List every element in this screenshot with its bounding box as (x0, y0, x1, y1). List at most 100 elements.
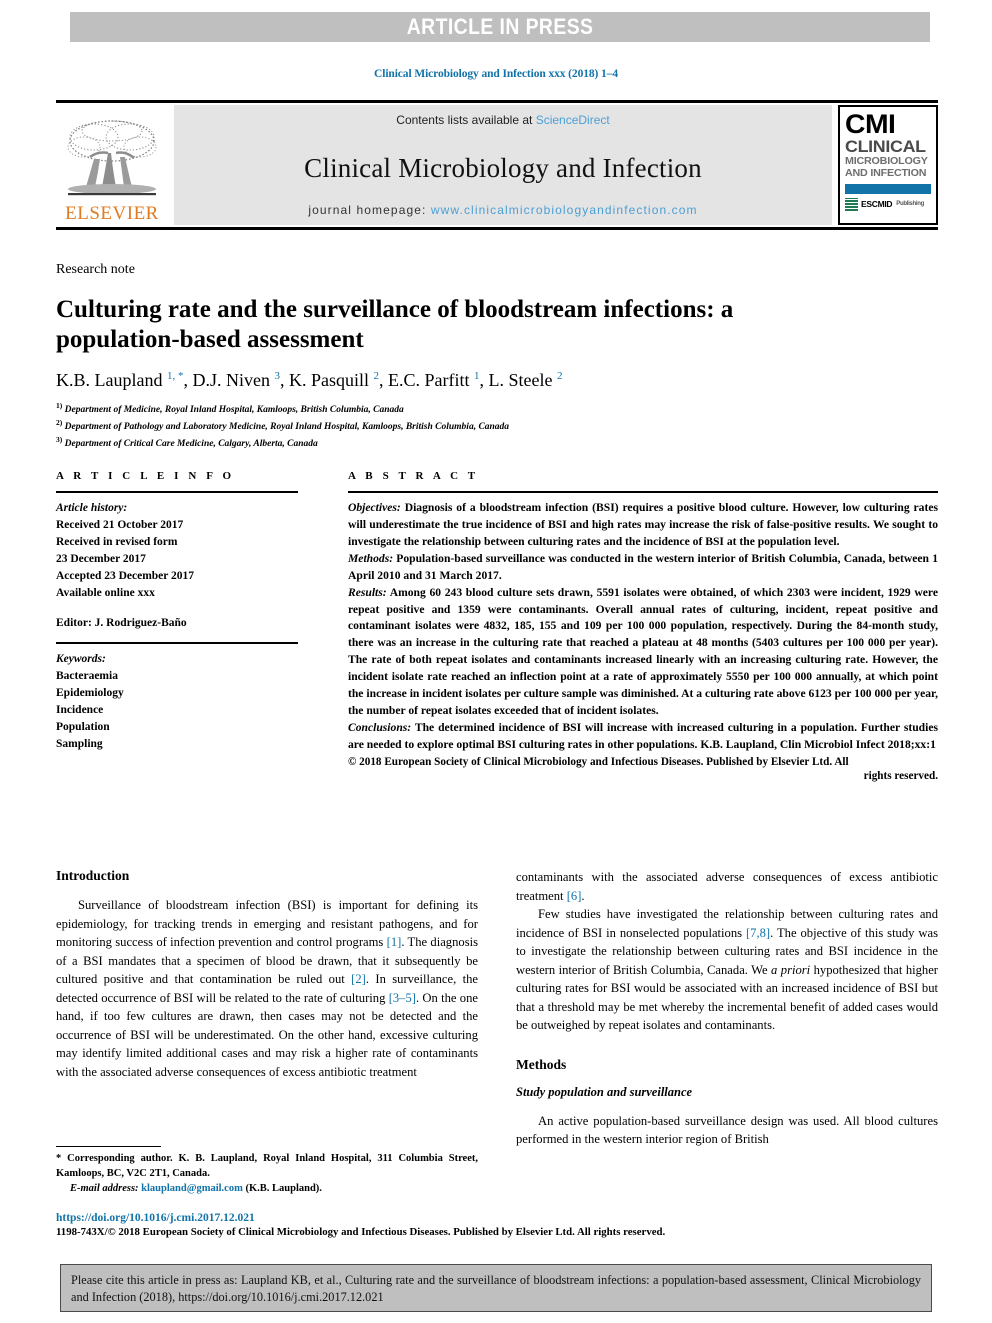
email-note: E-mail address: klaupland@gmail.com (K.B… (56, 1182, 478, 1197)
affiliation-text: Department of Pathology and Laboratory M… (64, 421, 510, 432)
abstract-methods: Methods: Population-based surveillance w… (348, 551, 938, 585)
affiliation-marker: 1) (56, 400, 63, 410)
reference-link-1[interactable]: [1] (387, 935, 402, 949)
doi-link[interactable]: https://doi.org/10.1016/j.cmi.2017.12.02… (56, 1212, 938, 1224)
reference-link-2[interactable]: [2] (351, 972, 366, 986)
masthead-top-rule (56, 100, 938, 103)
intro2-apriori: a priori (771, 962, 811, 977)
abstract-copyright: © 2018 European Society of Clinical Micr… (348, 755, 849, 768)
affiliation-marker: 3) (56, 434, 63, 444)
abstract-heading: A B S T R A C T (348, 470, 479, 482)
elsevier-logo: ELSEVIER (56, 105, 168, 225)
elsevier-wordmark: ELSEVIER (65, 203, 159, 224)
author-name: K. Pasquill (288, 369, 369, 390)
article-history-item: Received 21 October 2017 (56, 519, 184, 532)
cmi-acronym: CMI (845, 109, 896, 139)
author-list: K.B. Laupland 1, *, D.J. Niven 3, K. Pas… (56, 369, 563, 390)
keyword-item: Epidemiology (56, 687, 124, 700)
abstract-objectives-label: Objectives: (348, 501, 401, 514)
abstract-results-text: Among 60 243 blood culture sets drawn, 5… (348, 585, 938, 718)
corresponding-author-note: * Corresponding author. K. B. Laupland, … (56, 1153, 478, 1179)
methods-subheading: Study population and surveillance (516, 1084, 693, 1099)
citation-footer-text: Please cite this article in press as: La… (71, 1273, 921, 1305)
affiliation-marker: 2) (56, 417, 63, 427)
article-in-press-label: ARTICLE IN PRESS (406, 14, 594, 39)
masthead-body: ELSEVIER Contents lists available at Sci… (56, 105, 938, 225)
introduction-paragraph-1: Surveillance of bloodstream infection (B… (56, 896, 478, 1081)
article-info-column: A R T I C L E I N F O Article history: R… (56, 470, 298, 782)
reference-link-6[interactable]: [6] (567, 889, 582, 903)
escmid-sublabel: Publishing (896, 201, 924, 208)
author-entry[interactable]: L. Steele 2 (489, 370, 563, 390)
reference-link-7-8[interactable]: [7,8] (746, 926, 770, 940)
author-name: L. Steele (488, 369, 553, 390)
escmid-grid-icon (845, 197, 858, 211)
reference-link-3-5[interactable]: [3–5] (389, 991, 416, 1005)
introduction-paragraph-1-continued: contaminants with the associated adverse… (516, 868, 938, 905)
sciencedirect-link[interactable]: ScienceDirect (536, 113, 610, 127)
body-columns: Introduction Surveillance of bloodstream… (56, 868, 938, 1149)
author-entry[interactable]: K. Pasquill 2 (289, 370, 379, 390)
abstract-objectives: Objectives: Diagnosis of a bloodstream i… (348, 500, 938, 551)
cmi-microbiology-line: MICROBIOLOGY (845, 154, 928, 167)
article-history-item: Accepted 23 December 2017 (56, 570, 195, 583)
keyword-item: Population (56, 721, 110, 734)
abstract-conclusions: Conclusions: The determined incidence of… (348, 720, 938, 754)
abstract-conclusions-label: Conclusions: (348, 720, 412, 734)
author-affiliation-marker: 1 (474, 369, 480, 382)
keywords-rule (56, 642, 298, 645)
author-affiliation-marker: 3 (274, 369, 280, 382)
abstract-objectives-text: Diagnosis of a bloodstream infection (BS… (348, 501, 938, 548)
author-name: K.B. Laupland (56, 369, 163, 390)
keywords-label: Keywords: (56, 653, 106, 666)
cmi-accent-bar (845, 183, 931, 194)
running-head: Clinical Microbiology and Infection xxx … (374, 68, 618, 80)
elsevier-tree-icon (64, 117, 160, 203)
contents-panel: Contents lists available at ScienceDirec… (174, 105, 832, 225)
contents-lists-prefix: Contents lists available at (396, 113, 536, 127)
masthead-bottom-rule (56, 227, 938, 230)
title-block: Research note Culturing rate and the sur… (56, 262, 938, 452)
journal-homepage-label: journal homepage: (308, 203, 431, 217)
abstract-rule (348, 491, 938, 493)
author-entry[interactable]: E.C. Parfitt 1 (388, 370, 480, 390)
cmi-clinical-line: CLINICAL (845, 136, 926, 156)
author-name: E.C. Parfitt (388, 369, 470, 390)
article-info-heading: A R T I C L E I N F O (56, 470, 235, 482)
citation-footer-box: Please cite this article in press as: La… (60, 1264, 932, 1312)
author-entry[interactable]: K.B. Laupland 1, * (56, 370, 183, 390)
cmi-infection-line: AND INFECTION (845, 166, 927, 179)
keyword-item: Bacteraemia (56, 670, 118, 683)
editor-line: Editor: J. Rodriguez-Baño (56, 617, 187, 630)
abstract-self-citation: K.B. Laupland, Clin Microbiol Infect 201… (700, 737, 936, 751)
article-in-press-banner: ARTICLE IN PRESS (70, 12, 930, 42)
article-history-item: Received in revised form (56, 536, 178, 549)
info-abstract-band: A R T I C L E I N F O Article history: R… (56, 470, 938, 782)
abstract-results-label: Results: (348, 585, 387, 599)
journal-homepage-link[interactable]: www.clinicalmicrobiologyandinfection.com (431, 203, 698, 217)
email-link[interactable]: klaupland@gmail.com (141, 1183, 243, 1194)
email-suffix: (K.B. Laupland). (242, 1182, 322, 1194)
footnote-separator (56, 1146, 161, 1147)
author-affiliation-marker: 1, * (166, 369, 184, 382)
affiliation-text: Department of Critical Care Medicine, Ca… (64, 438, 318, 449)
email-label: E-mail address: (70, 1182, 139, 1194)
abstract-methods-text: Population-based surveillance was conduc… (348, 551, 938, 582)
affiliation-item: 2) Department of Pathology and Laborator… (56, 418, 938, 435)
article-history-item: Available online xxx (56, 587, 155, 600)
cmi-cover-logo: CMI CLINICAL MICROBIOLOGY AND INFECTION … (838, 105, 938, 225)
article-info-rule (56, 491, 298, 493)
doi-block: https://doi.org/10.1016/j.cmi.2017.12.02… (56, 1212, 938, 1238)
author-entry[interactable]: D.J. Niven 3 (192, 370, 280, 390)
keyword-item: Sampling (56, 738, 103, 751)
journal-homepage-line: journal homepage: www.clinicalmicrobiolo… (174, 203, 832, 217)
article-history-label: Article history: (56, 502, 128, 514)
escmid-label: ESCMID (861, 199, 893, 210)
escmid-logo: ESCMID Publishing (845, 197, 931, 211)
affiliation-list: 1) Department of Medicine, Royal Inland … (56, 401, 938, 452)
affiliation-text: Department of Medicine, Royal Inland Hos… (64, 404, 404, 415)
intro-text-e: . (581, 888, 585, 903)
journal-title: Clinical Microbiology and Infection (304, 152, 702, 183)
introduction-paragraph-2: Few studies have investigated the relati… (516, 905, 938, 1035)
